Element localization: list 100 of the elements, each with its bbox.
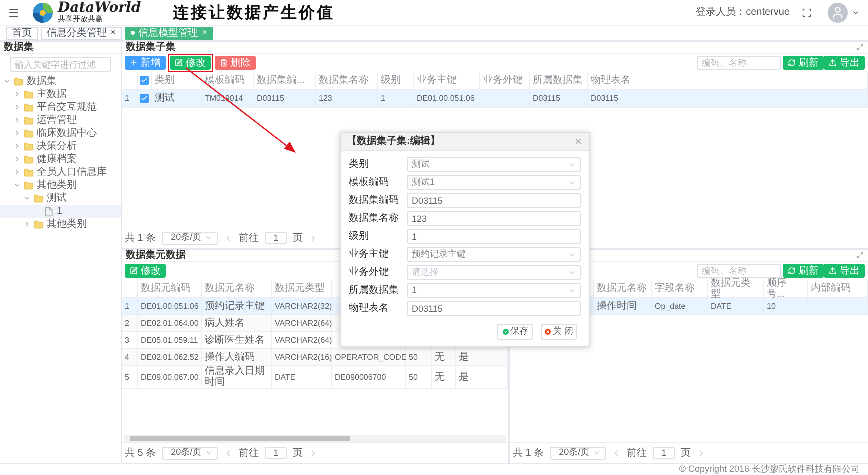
column-header: 所属数据集 xyxy=(530,72,588,89)
tree-label: 健康档案 xyxy=(37,152,77,167)
tree-label: 全员人口信息库 xyxy=(37,166,107,180)
total-count: 共 5 条 xyxy=(125,446,156,460)
tree-item[interactable]: 1 xyxy=(0,205,121,218)
table-cell: 是 xyxy=(456,349,508,365)
close-button[interactable]: 关 闭 xyxy=(541,324,577,340)
user-icon xyxy=(831,6,845,20)
tab-close[interactable]: × xyxy=(111,27,116,39)
caret-down-icon[interactable] xyxy=(24,195,31,202)
folder-icon xyxy=(24,116,34,126)
fullscreen-icon[interactable] xyxy=(802,8,812,18)
folder-icon xyxy=(24,102,34,112)
caret-down-icon[interactable] xyxy=(4,78,11,85)
tree-item[interactable]: 运营管理 xyxy=(0,114,121,127)
page-input[interactable]: 1 xyxy=(653,447,676,459)
field-label: 业务外键 xyxy=(349,266,390,280)
column-header: 数据集名称 xyxy=(316,72,378,89)
tree-item[interactable]: 决策分析 xyxy=(0,140,121,153)
select-field[interactable]: 1 xyxy=(407,283,581,298)
select-field[interactable]: 测试1 xyxy=(407,175,581,190)
check-icon xyxy=(141,77,148,84)
search-field[interactable]: 编码、名称 xyxy=(697,56,781,70)
checkbox[interactable] xyxy=(140,76,149,85)
tree-label: 1 xyxy=(57,205,63,218)
checkbox[interactable] xyxy=(140,94,149,103)
table-cell: 3 xyxy=(122,332,138,348)
page-size-select[interactable]: 20条/页 xyxy=(162,446,218,460)
file-icon xyxy=(44,206,54,216)
tab[interactable]: 信息分类管理 × xyxy=(41,26,122,40)
field-label: 级别 xyxy=(349,230,370,244)
input-field[interactable]: 123 xyxy=(407,211,581,226)
tree-item[interactable]: 测试 xyxy=(0,192,121,205)
page-input[interactable]: 1 xyxy=(265,447,288,459)
expand-icon[interactable] xyxy=(857,44,864,51)
check-circle-icon xyxy=(502,328,510,336)
logo-name: DataWorld xyxy=(58,0,142,14)
caret-right-icon[interactable] xyxy=(14,156,21,163)
tree-item[interactable]: 其他类别 xyxy=(0,218,121,231)
expand-icon[interactable] xyxy=(857,252,864,259)
trash-icon xyxy=(220,59,228,67)
tree-item[interactable]: 其他类别 xyxy=(0,179,121,192)
table-cell: 无 xyxy=(432,349,456,365)
close-icon[interactable] xyxy=(574,137,583,146)
folder-icon xyxy=(34,194,44,204)
tree-item[interactable]: 数据集 xyxy=(0,75,121,88)
panel-title: 数据集子集 xyxy=(126,40,176,55)
tree-item[interactable]: 全员人口信息库 xyxy=(0,166,121,179)
horizontal-scrollbar[interactable] xyxy=(124,435,506,442)
field-label: 所属数据集 xyxy=(349,284,400,298)
tree-item[interactable]: 主数据 xyxy=(0,88,121,101)
page-unit: 页 xyxy=(293,446,304,460)
folder-icon xyxy=(24,128,34,138)
table-cell: 诊断医生姓名 xyxy=(202,332,272,348)
table-cell: 5 xyxy=(122,366,138,388)
goto-label: 前往 xyxy=(239,446,260,460)
table-cell: 预约记录主键 xyxy=(202,298,272,314)
table-cell: 1 xyxy=(122,90,138,107)
slogan: 连接让数据产生价值 xyxy=(173,2,336,24)
input-field[interactable]: D03115 xyxy=(407,193,581,208)
folder-icon xyxy=(24,168,34,178)
caret-right-icon[interactable] xyxy=(14,130,21,137)
field-label: 业务主键 xyxy=(349,248,390,262)
caret-right-icon[interactable] xyxy=(14,91,21,98)
tree-label: 主数据 xyxy=(37,88,67,102)
tab[interactable]: 首页 xyxy=(6,26,38,40)
input-field[interactable]: 1 xyxy=(407,229,581,244)
caret-right-icon[interactable] xyxy=(24,221,31,228)
menu-icon[interactable] xyxy=(8,6,20,18)
caret-right-icon[interactable] xyxy=(14,104,21,111)
table-cell: VARCHAR2(16) xyxy=(272,349,332,365)
select-field[interactable]: 预约记录主键 xyxy=(407,247,581,262)
table-cell: DE090006700 xyxy=(332,366,406,388)
copyright: © Copyright 2016 长沙廖氏软件科技有限公司 xyxy=(679,462,860,475)
search-field[interactable]: 编码、名称 xyxy=(697,264,781,278)
page-size-select[interactable]: 20条/页 xyxy=(162,232,218,244)
dialog-title: 【数据集子集:编辑】 xyxy=(347,134,440,149)
caret-right-icon[interactable] xyxy=(14,143,21,150)
column-header: 数据元名称 xyxy=(594,280,652,297)
page-input[interactable]: 1 xyxy=(265,232,288,244)
table-cell: 123 xyxy=(316,90,378,107)
tree-label: 其他类别 xyxy=(47,218,87,232)
filter-field[interactable]: 输入关键字进行过滤 xyxy=(10,57,111,72)
caret-down-icon[interactable] xyxy=(14,182,21,189)
sidebar-title: 数据集 xyxy=(0,42,121,54)
column-header: 业务主键 xyxy=(414,72,480,89)
select-field[interactable]: 测试 xyxy=(407,157,581,172)
page-size-select[interactable]: 20条/页 xyxy=(550,446,606,460)
goto-label: 前往 xyxy=(239,232,260,246)
upload-icon xyxy=(829,59,837,67)
table-cell: DE09.00.067.00 xyxy=(138,366,202,388)
tree-item[interactable]: 健康档案 xyxy=(0,153,121,166)
table-cell: 2 xyxy=(122,315,138,331)
caret-right-icon[interactable] xyxy=(14,117,21,124)
table-cell: 操作人编码 xyxy=(202,349,272,365)
input-field[interactable]: D03115 xyxy=(407,301,581,316)
save-button[interactable]: 保存 xyxy=(497,324,533,340)
caret-right-icon[interactable] xyxy=(14,169,21,176)
tree-item[interactable]: 临床数据中心 xyxy=(0,127,121,140)
tree-item[interactable]: 平台交互规范 xyxy=(0,101,121,114)
